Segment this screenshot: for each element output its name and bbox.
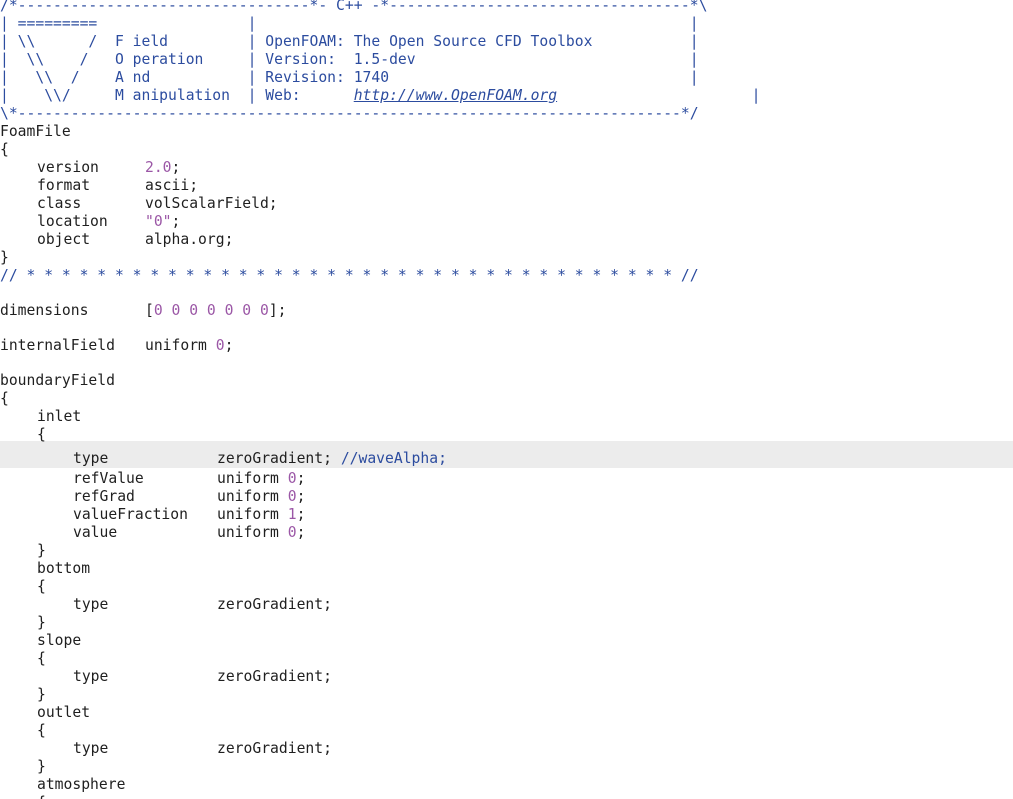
patch-name-outlet: outlet <box>37 704 91 721</box>
header-revision: | Revision: 1740 <box>247 69 690 86</box>
dimensions-line: dimensions [0 0 0 0 0 0 0]; <box>0 302 287 319</box>
internal-field-line: internalField uniform 0; <box>0 337 234 354</box>
logo-ascii-art: | \\/ M anipulation <box>0 87 248 104</box>
patch-name-bottom: bottom <box>37 560 91 577</box>
header-row-5: | \\/ M anipulation | Web: http://www.Op… <box>0 87 761 104</box>
slope-type-line: type zeroGradient; <box>73 668 332 685</box>
header-version: | Version: 1.5-dev <box>247 51 690 68</box>
inlet-value-line: value uniform 0; <box>73 524 306 541</box>
outlet-type-line: type zeroGradient; <box>73 740 332 757</box>
separator-comment: // * * * * * * * * * * * * * * * * * * *… <box>0 267 699 284</box>
bottom-close-brace: } <box>37 614 46 631</box>
header-row-1: | ========= | | <box>0 15 699 32</box>
inlet-close-brace: } <box>37 542 46 559</box>
foamfile-close-brace: } <box>0 249 9 266</box>
foamfile-entry-location: location "0"; <box>37 213 181 230</box>
logo-ascii-art: | ========= <box>0 15 248 32</box>
inlet-refvalue-line: refValue uniform 0; <box>73 470 306 487</box>
inline-comment: //waveAlpha; <box>340 450 447 467</box>
bottom-type-line: type zeroGradient; <box>73 596 332 613</box>
foamfile-open-brace: { <box>0 141 9 158</box>
patch-name-inlet: inlet <box>37 408 82 425</box>
inlet-open-brace: { <box>37 426 46 443</box>
header-top-border: /*---------------------------------*- C+… <box>0 0 708 14</box>
header-title: | OpenFOAM: The Open Source CFD Toolbox <box>247 33 690 50</box>
foamfile-entry-class: class volScalarField; <box>37 195 278 212</box>
slope-open-brace: { <box>37 650 46 667</box>
bottom-open-brace: { <box>37 578 46 595</box>
atmosphere-open-brace: { <box>37 794 46 799</box>
boundary-field-keyword: boundaryField <box>0 372 115 389</box>
logo-ascii-art: | \\ / A nd <box>0 69 248 86</box>
header-bottom-border: \*--------------------------------------… <box>0 105 699 122</box>
openfoam-web-link[interactable]: http://www.OpenFOAM.org <box>354 87 557 104</box>
logo-ascii-art: | \\ / O peration <box>0 51 248 68</box>
logo-ascii-art: | \\ / F ield <box>0 33 248 50</box>
patch-name-slope: slope <box>37 632 82 649</box>
header-row-2: | \\ / F ield | OpenFOAM: The Open Sourc… <box>0 33 699 50</box>
patch-name-atmosphere: atmosphere <box>37 776 126 793</box>
header-row-3: | \\ / O peration | Version: 1.5-dev | <box>0 51 699 68</box>
outlet-close-brace: } <box>37 758 46 775</box>
header-row-4: | \\ / A nd | Revision: 1740 | <box>0 69 699 86</box>
inlet-type-line[interactable]: type zeroGradient; //waveAlpha; <box>73 450 447 468</box>
foamfile-keyword: FoamFile <box>0 123 71 140</box>
inlet-refgrad-line: refGrad uniform 0; <box>73 488 306 505</box>
foamfile-entry-version: version 2.0; <box>37 159 181 176</box>
outlet-open-brace: { <box>37 722 46 739</box>
slope-close-brace: } <box>37 686 46 703</box>
inlet-valuefraction-line: valueFraction uniform 1; <box>73 506 306 523</box>
boundary-field-open-brace: { <box>0 390 9 407</box>
foamfile-entry-object: object alpha.org; <box>37 231 234 248</box>
foamfile-entry-format: format ascii; <box>37 177 199 194</box>
